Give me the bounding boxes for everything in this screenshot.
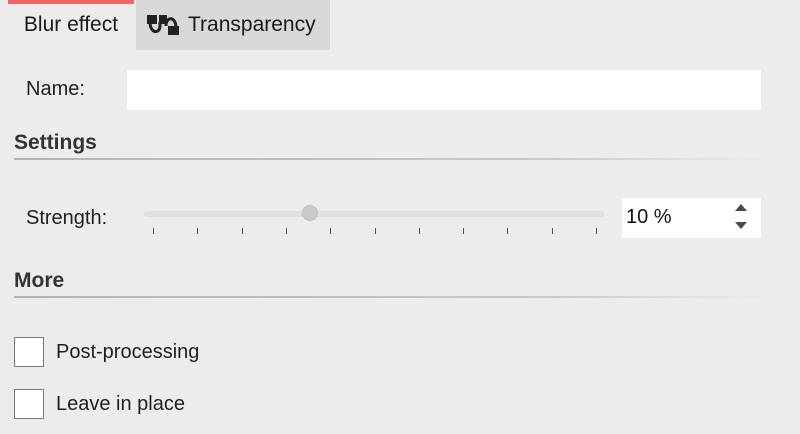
- post-processing-label: Post-processing: [56, 340, 200, 363]
- leave-in-place-label: Leave in place: [56, 392, 185, 415]
- slider-tick: [463, 228, 465, 234]
- tab-transparency-label: Transparency: [188, 13, 316, 36]
- name-input[interactable]: [127, 70, 761, 110]
- leave-in-place-option[interactable]: Leave in place: [14, 388, 185, 420]
- slider-tick: [418, 228, 420, 234]
- strength-label: Strength:: [26, 207, 108, 229]
- slider-tick: [285, 228, 287, 234]
- post-processing-checkbox[interactable]: [14, 337, 44, 367]
- settings-divider: [14, 158, 774, 160]
- more-divider: [14, 296, 774, 298]
- more-section-title: More: [14, 269, 65, 292]
- post-processing-option[interactable]: Post-processing: [14, 336, 199, 368]
- slider-tick: [596, 228, 597, 234]
- tab-blur-effect-label: Blur effect: [23, 13, 119, 36]
- spin-down-icon[interactable]: [735, 222, 747, 229]
- slider-tick: [330, 228, 332, 234]
- strength-spinbox[interactable]: 10 %: [622, 198, 761, 238]
- name-label: Name:: [26, 78, 85, 100]
- slider-tick: [241, 228, 243, 234]
- tab-blur-effect[interactable]: Blur effect: [8, 0, 134, 50]
- transparency-icon: [146, 12, 180, 38]
- strength-slider[interactable]: [144, 205, 604, 221]
- spin-up-icon[interactable]: [735, 204, 747, 211]
- tab-transparency[interactable]: Transparency: [136, 0, 330, 50]
- slider-tick: [507, 228, 509, 234]
- slider-tick: [197, 228, 199, 234]
- strength-value[interactable]: 10 %: [626, 206, 672, 229]
- strength-slider-thumb[interactable]: [301, 205, 318, 221]
- settings-section-title: Settings: [14, 131, 97, 154]
- leave-in-place-checkbox[interactable]: [14, 389, 44, 419]
- slider-tick: [551, 228, 553, 234]
- slider-tick: [374, 228, 376, 234]
- slider-tick: [153, 228, 154, 234]
